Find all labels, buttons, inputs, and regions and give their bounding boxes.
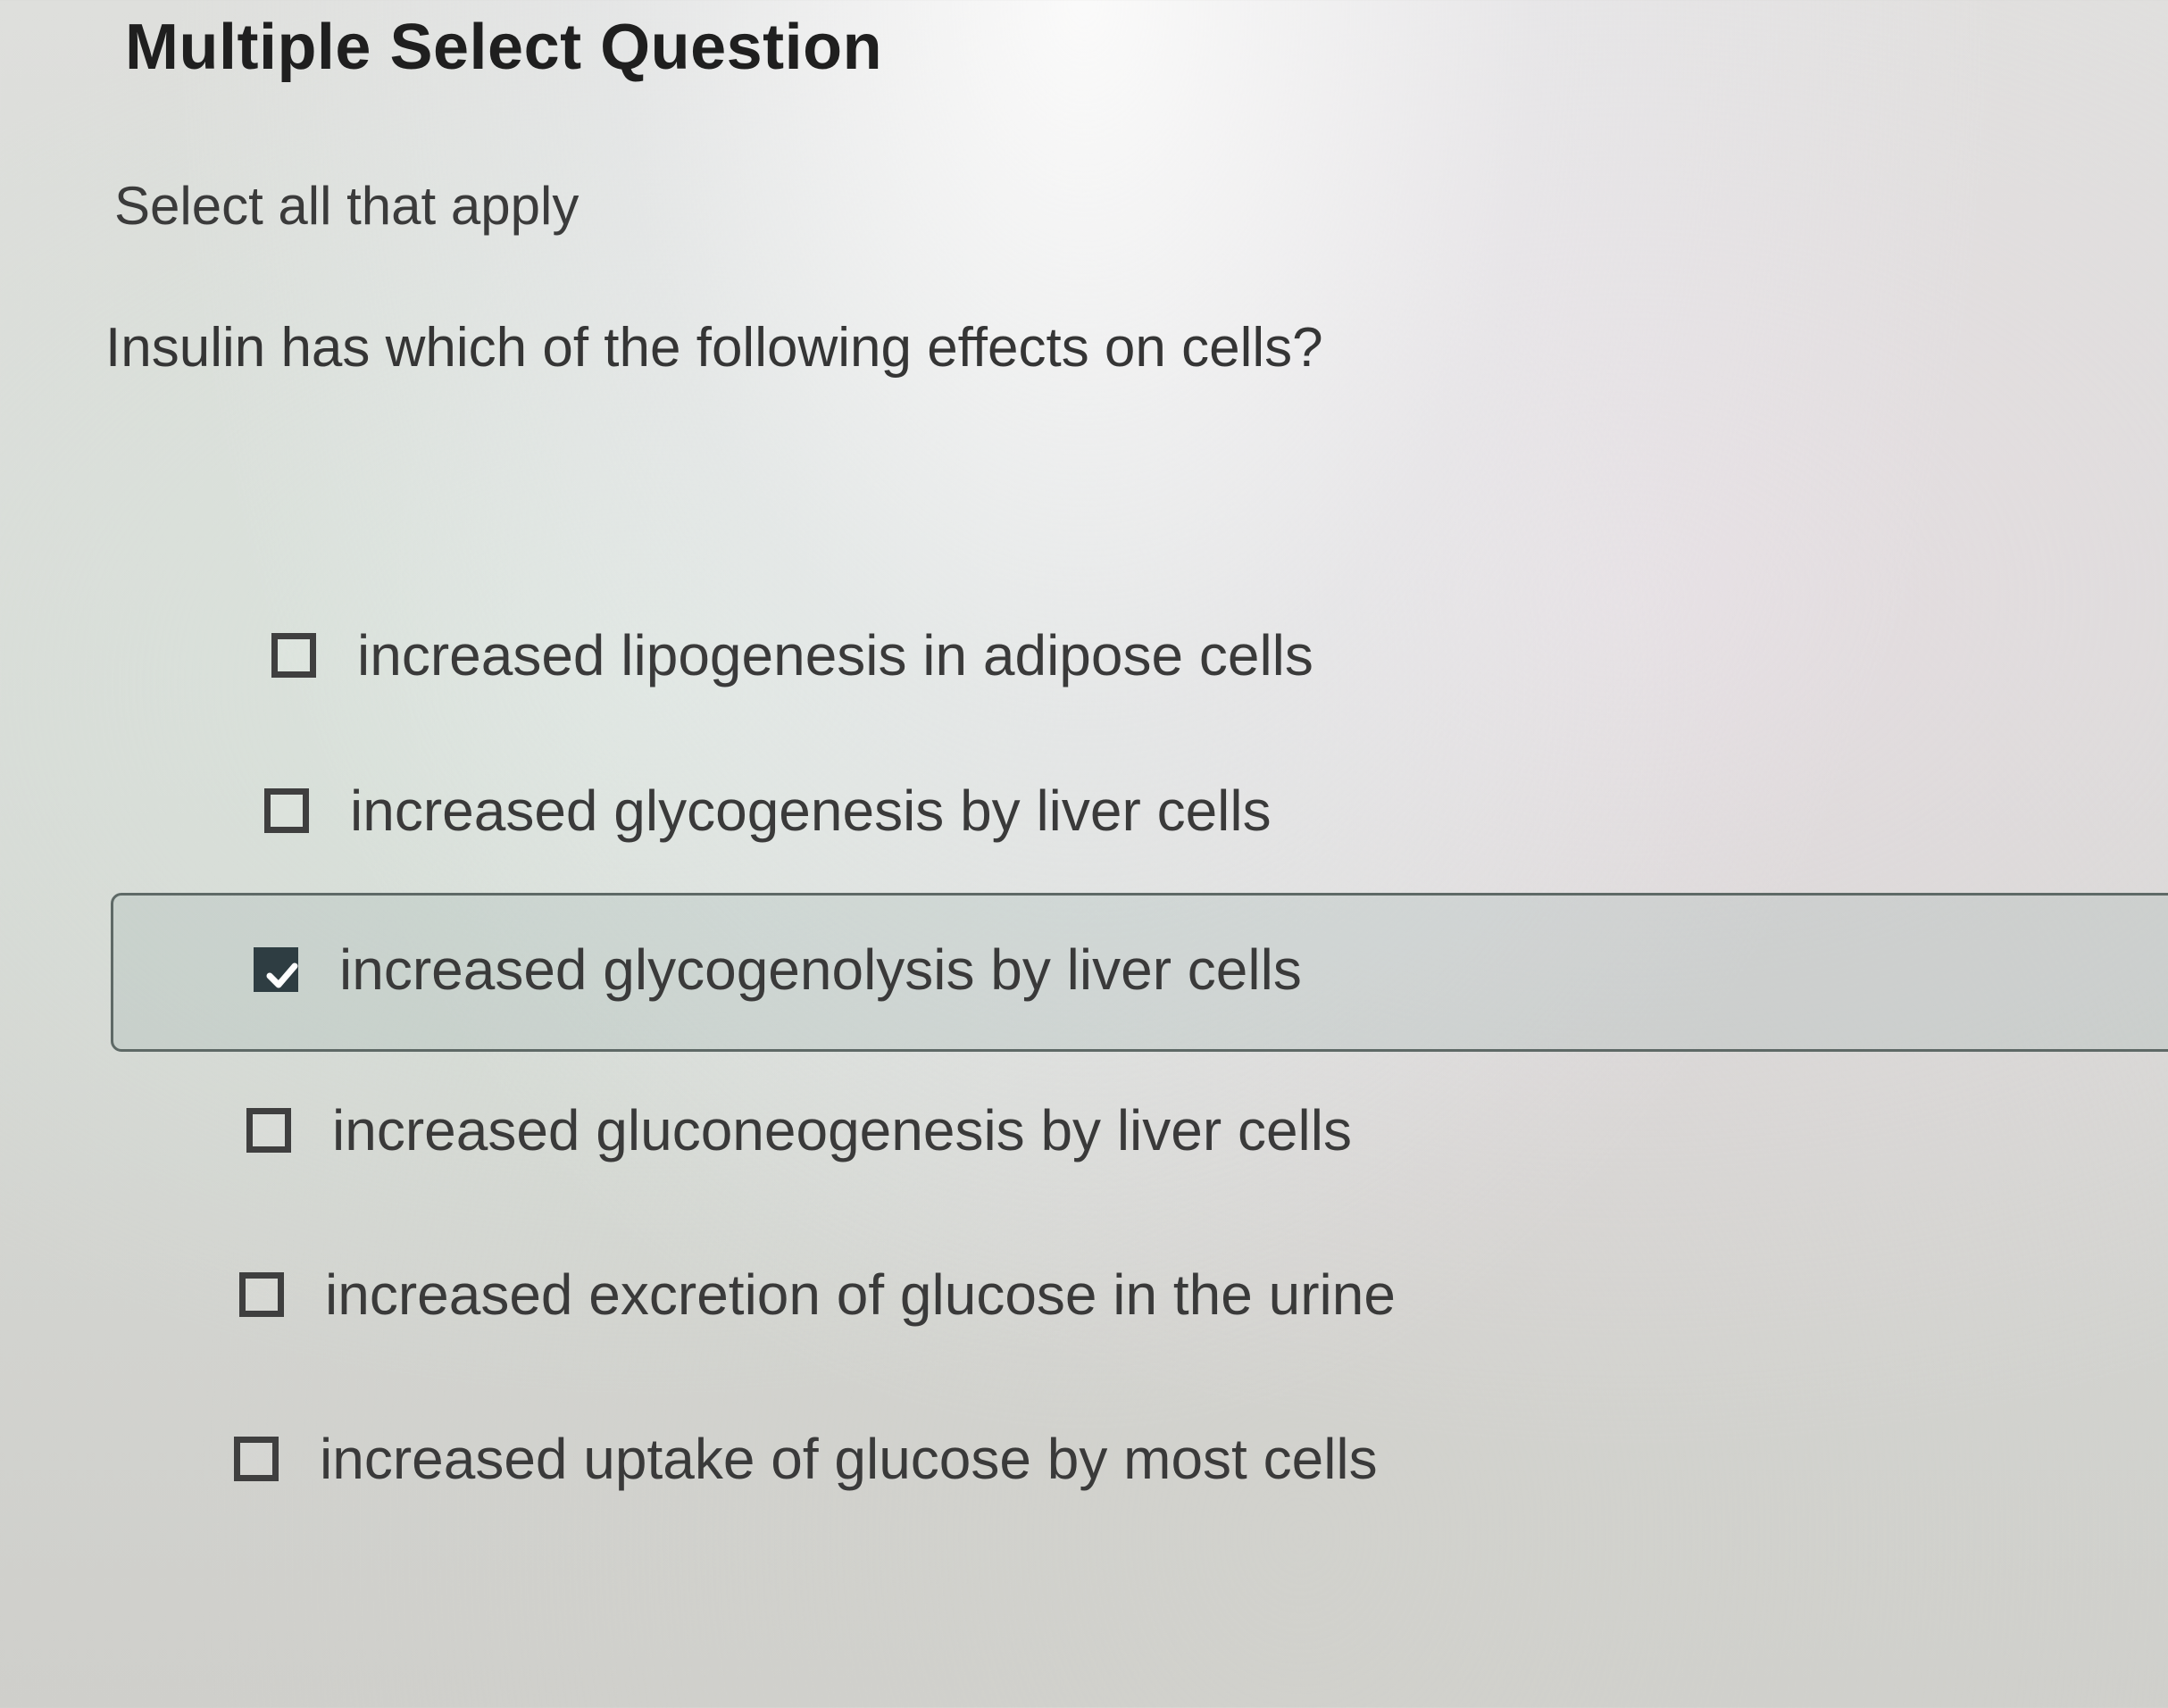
checkbox[interactable] xyxy=(239,1272,284,1317)
option-label: increased glycogenesis by liver cells xyxy=(350,779,1272,843)
checkmark-icon xyxy=(266,962,298,988)
checkbox-checked[interactable] xyxy=(254,947,298,992)
checkbox[interactable] xyxy=(246,1108,291,1153)
checkbox[interactable] xyxy=(264,788,309,833)
option-label: increased uptake of glucose by most cell… xyxy=(320,1427,1378,1491)
page-title: Multiple Select Question xyxy=(125,12,883,83)
option-label: increased glycogenolysis by liver cells xyxy=(339,937,1302,1002)
checkbox[interactable] xyxy=(271,633,316,678)
option-label: increased excretion of glucose in the ur… xyxy=(325,1262,1396,1327)
instruction-text: Select all that apply xyxy=(114,176,580,236)
option-row[interactable]: increased lipogenesis in adipose cells xyxy=(271,602,1313,709)
option-label: increased lipogenesis in adipose cells xyxy=(357,623,1313,687)
option-row-selected[interactable]: increased glycogenolysis by liver cells xyxy=(254,916,1302,1023)
option-row[interactable]: increased glycogenesis by liver cells xyxy=(264,757,1272,864)
option-row[interactable]: increased excretion of glucose in the ur… xyxy=(239,1241,1396,1348)
option-label: increased gluconeogenesis by liver cells xyxy=(332,1098,1352,1162)
checkbox[interactable] xyxy=(234,1437,279,1481)
option-row[interactable]: increased uptake of glucose by most cell… xyxy=(234,1405,1378,1512)
question-prompt: Insulin has which of the following effec… xyxy=(105,317,1323,379)
option-row[interactable]: increased gluconeogenesis by liver cells xyxy=(246,1077,1352,1184)
